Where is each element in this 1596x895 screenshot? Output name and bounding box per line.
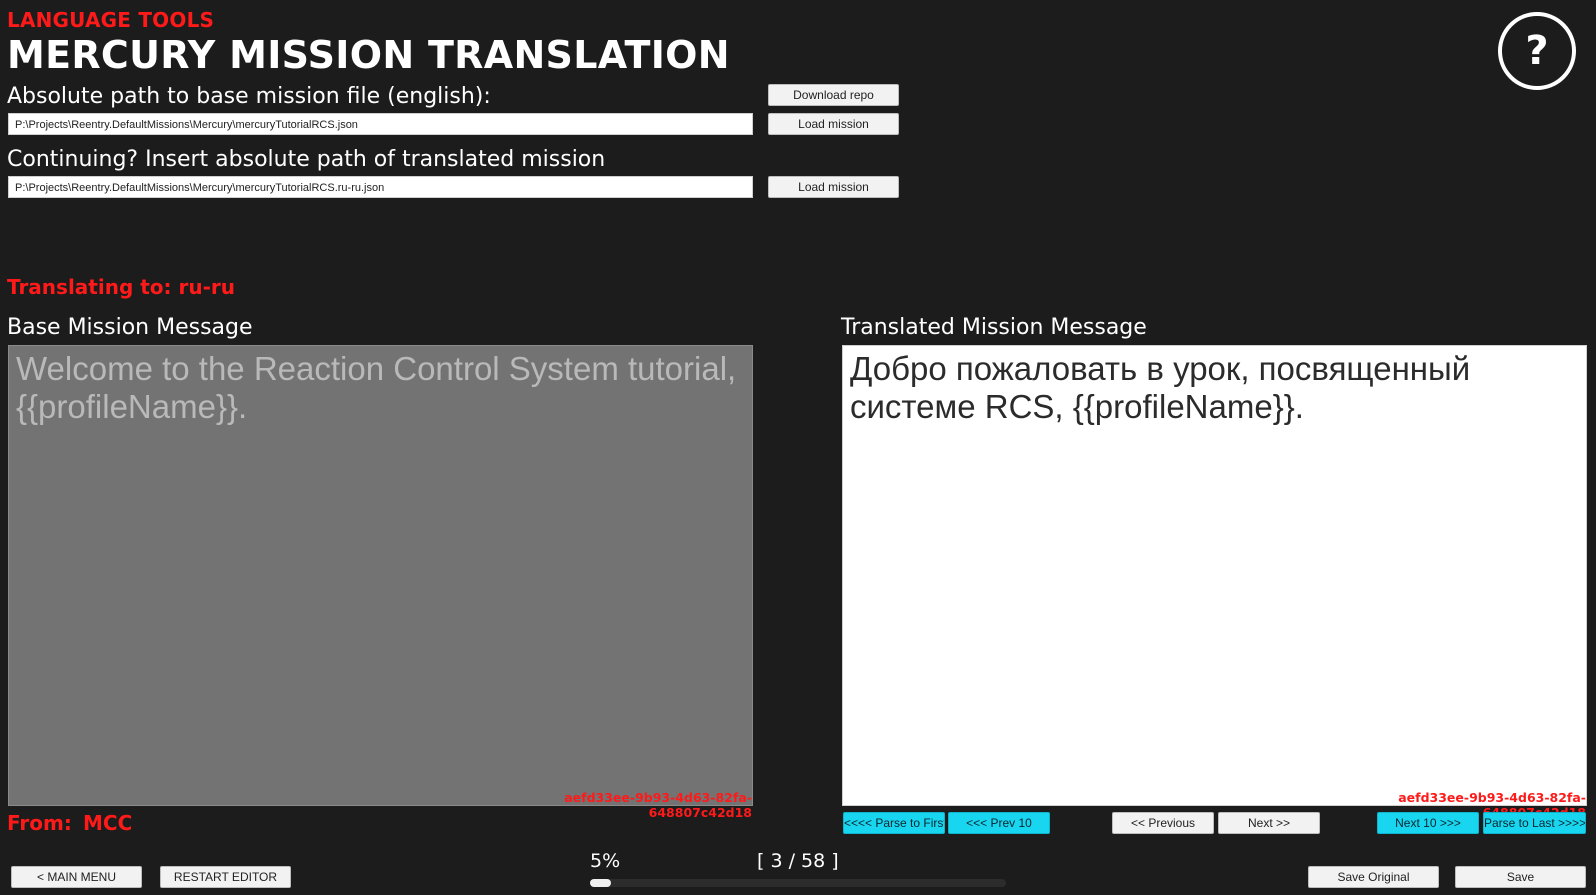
next-10-button[interactable]: Next 10 >>> (1377, 812, 1479, 834)
save-button[interactable]: Save (1455, 866, 1586, 888)
download-repo-button[interactable]: Download repo (768, 84, 899, 106)
translated-message-text: Добро пожаловать в урок, посвященный сис… (850, 350, 1471, 425)
translated-file-path-input[interactable]: P:\Projects\Reentry.DefaultMissions\Merc… (8, 176, 753, 198)
progress-bar-fill (590, 879, 611, 887)
translated-message-label: Translated Mission Message (841, 315, 1147, 340)
prev-10-button[interactable]: <<< Prev 10 (948, 812, 1050, 834)
translated-message-textarea[interactable]: Добро пожаловать в урок, посвященный сис… (842, 345, 1587, 806)
previous-button[interactable]: << Previous (1112, 812, 1214, 834)
base-message-text: Welcome to the Reaction Control System t… (16, 350, 737, 425)
parse-to-first-button[interactable]: <<<< Parse to First (843, 812, 945, 834)
from-label: From: (7, 811, 72, 835)
progress-counter: [ 3 / 58 ] (757, 850, 839, 872)
question-mark-icon: ? (1525, 28, 1549, 74)
translating-to-label: Translating to: ru-ru (7, 275, 235, 299)
base-message-id: aefd33ee-9b93-4d63-82fa-648807c42d18 (564, 790, 752, 820)
load-base-mission-button[interactable]: Load mission (768, 113, 899, 135)
progress-bar (590, 879, 1006, 887)
load-translated-mission-button[interactable]: Load mission (768, 176, 899, 198)
base-message-label: Base Mission Message (7, 315, 253, 340)
progress-percent: 5% (590, 850, 621, 872)
restart-editor-button[interactable]: RESTART EDITOR (160, 866, 291, 888)
parse-to-last-button[interactable]: Parse to Last >>>> (1483, 812, 1586, 834)
base-file-label: Absolute path to base mission file (engl… (7, 84, 491, 109)
base-message-box: Welcome to the Reaction Control System t… (8, 345, 753, 806)
next-button[interactable]: Next >> (1218, 812, 1320, 834)
save-original-button[interactable]: Save Original (1308, 866, 1439, 888)
page-title: MERCURY MISSION TRANSLATION (7, 33, 730, 77)
translated-file-label: Continuing? Insert absolute path of tran… (7, 147, 606, 172)
help-button[interactable]: ? (1498, 12, 1576, 90)
main-menu-button[interactable]: < MAIN MENU (11, 866, 142, 888)
from-value: MCC (83, 811, 133, 835)
base-file-path-input[interactable]: P:\Projects\Reentry.DefaultMissions\Merc… (8, 113, 753, 135)
section-label: LANGUAGE TOOLS (7, 8, 215, 32)
